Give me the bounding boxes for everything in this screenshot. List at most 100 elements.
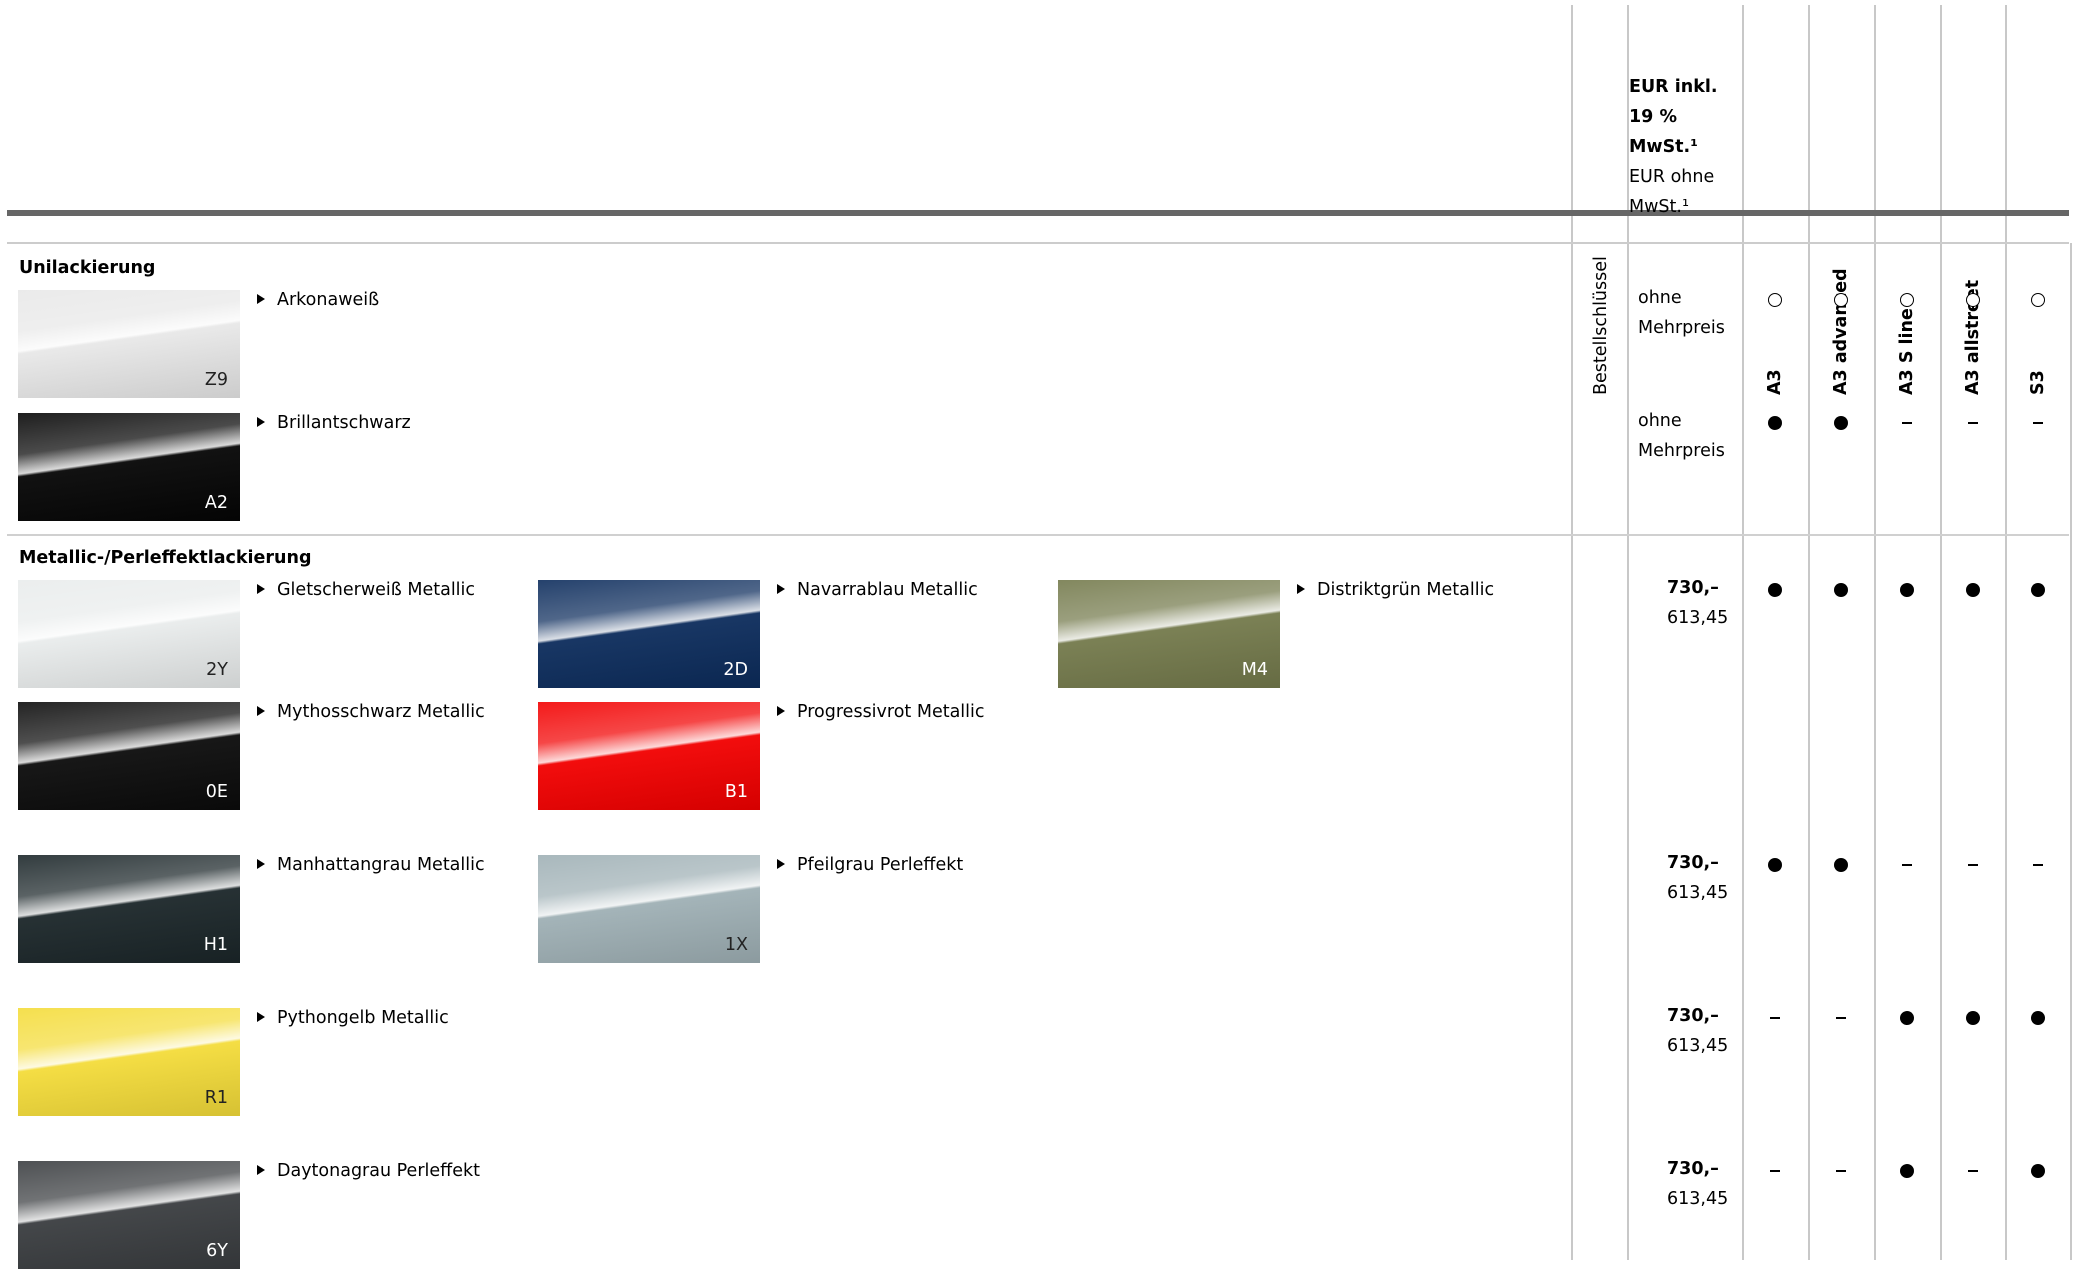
paint-code: 2Y	[206, 660, 228, 680]
price-excl-vat: 613,45	[1667, 883, 1729, 903]
color-name-link[interactable]: Manhattangrau Metallic	[257, 855, 485, 875]
color-name-label: Gletscherweiß Metallic	[277, 580, 476, 600]
filled-circle-icon	[1966, 583, 1980, 597]
open-circle-icon	[2031, 293, 2045, 307]
open-circle-icon	[1768, 293, 1782, 307]
open-circle-icon	[1900, 293, 1914, 307]
price-incl-vat: 730,–	[1667, 578, 1719, 598]
filled-circle-icon	[1900, 1011, 1914, 1025]
filled-circle-icon	[2031, 583, 2045, 597]
color-name-label: Pythongelb Metallic	[277, 1008, 449, 1028]
color-name-link[interactable]: Progressivrot Metallic	[777, 702, 985, 722]
header-order-key: Bestellschlüssel	[1591, 256, 1611, 395]
color-name-label: Arkonaweiß	[277, 290, 380, 310]
price-line: Mehrpreis	[1638, 441, 1725, 461]
price-excl-vat: 613,45	[1667, 1036, 1729, 1056]
price-line: ohne	[1638, 411, 1682, 431]
section-divider	[7, 534, 2069, 536]
paint-swatch-m4: M4	[1058, 580, 1280, 688]
paint-swatch-h1: H1	[18, 855, 240, 963]
grid-line	[2005, 5, 2007, 1260]
paint-code: R1	[204, 1088, 228, 1108]
color-name-link[interactable]: Navarrablau Metallic	[777, 580, 978, 600]
paint-code: 6Y	[206, 1241, 228, 1261]
model-label: A3	[1765, 369, 1785, 395]
paint-swatch-b1: B1	[538, 702, 760, 810]
filled-circle-icon	[2031, 1011, 2045, 1025]
triangle-right-icon	[257, 706, 265, 716]
triangle-right-icon	[257, 1165, 265, 1175]
dash-icon	[1968, 422, 1978, 424]
dash-icon	[1902, 864, 1912, 866]
grid-line	[1808, 5, 1810, 1260]
price-incl-vat: 730,–	[1667, 1159, 1719, 1179]
paint-swatch-2d: 2D	[538, 580, 760, 688]
color-name-link[interactable]: Mythosschwarz Metallic	[257, 702, 485, 722]
color-name-link[interactable]: Arkonaweiß	[257, 290, 379, 310]
triangle-right-icon	[257, 294, 265, 304]
price-cell: 730,– 613,45	[1667, 1154, 1728, 1214]
grid-line	[1874, 5, 1876, 1260]
header-rule	[7, 210, 2069, 216]
price-line: Mehrpreis	[1638, 318, 1725, 338]
paint-swatch-r1: R1	[18, 1008, 240, 1116]
section-title-uni: Unilackierung	[19, 258, 156, 278]
header-model-2: A3 S line	[1877, 0, 1937, 395]
dash-icon	[1770, 1017, 1780, 1019]
color-name-link[interactable]: Pfeilgrau Perleffekt	[777, 855, 963, 875]
filled-circle-icon	[1834, 416, 1848, 430]
header-price-excl-line1: EUR ohne	[1629, 167, 1715, 187]
triangle-right-icon	[777, 584, 785, 594]
paint-swatch-z9: Z9	[18, 290, 240, 398]
price-cell: 730,– 613,45	[1667, 848, 1728, 908]
model-label: A3 advanced	[1831, 268, 1851, 395]
color-name-label: Mythosschwarz Metallic	[277, 702, 485, 722]
open-circle-icon	[1966, 293, 1980, 307]
dash-icon	[1836, 1170, 1846, 1172]
header-model-0: A3	[1745, 0, 1805, 395]
paint-swatch-0e: 0E	[18, 702, 240, 810]
dash-icon	[1770, 1170, 1780, 1172]
filled-circle-icon	[1900, 583, 1914, 597]
header-model-1: A3 advanced	[1811, 0, 1871, 395]
color-name-link[interactable]: Distriktgrün Metallic	[1297, 580, 1494, 600]
grid-line	[1742, 5, 1744, 1260]
price-incl-vat: 730,–	[1667, 1006, 1719, 1026]
paint-code: 0E	[205, 782, 228, 802]
color-name-label: Pfeilgrau Perleffekt	[797, 855, 964, 875]
price-cell: ohne Mehrpreis	[1638, 406, 1725, 466]
filled-circle-icon	[1900, 1164, 1914, 1178]
color-name-label: Brillantschwarz	[277, 413, 411, 433]
price-cell: 730,– 613,45	[1667, 1001, 1728, 1061]
triangle-right-icon	[257, 584, 265, 594]
paint-code: Z9	[204, 370, 228, 390]
price-incl-vat: 730,–	[1667, 853, 1719, 873]
section-title-metallic: Metallic-/Perleffektlackierung	[19, 548, 312, 568]
price-line: ohne	[1638, 288, 1682, 308]
price-excl-vat: 613,45	[1667, 608, 1729, 628]
color-name-label: Manhattangrau Metallic	[277, 855, 485, 875]
filled-circle-icon	[1768, 858, 1782, 872]
triangle-right-icon	[257, 859, 265, 869]
dash-icon	[1836, 1017, 1846, 1019]
filled-circle-icon	[1768, 583, 1782, 597]
color-name-link[interactable]: Gletscherweiß Metallic	[257, 580, 475, 600]
color-name-link[interactable]: Daytonagrau Perleffekt	[257, 1161, 480, 1181]
paint-swatch-2y: 2Y	[18, 580, 240, 688]
paint-code: 2D	[723, 660, 748, 680]
dash-icon	[1902, 422, 1912, 424]
dash-icon	[2033, 864, 2043, 866]
color-name-link[interactable]: Pythongelb Metallic	[257, 1008, 449, 1028]
price-cell: 730,– 613,45	[1667, 573, 1728, 633]
grid-line	[1940, 5, 1942, 1260]
filled-circle-icon	[1834, 858, 1848, 872]
dash-icon	[2033, 422, 2043, 424]
paint-code: M4	[1241, 660, 1268, 680]
color-name-link[interactable]: Brillantschwarz	[257, 413, 411, 433]
model-label: S3	[2028, 370, 2048, 395]
price-cell: ohne Mehrpreis	[1638, 283, 1725, 343]
filled-circle-icon	[2031, 1164, 2045, 1178]
header-price: EUR inkl. 19 % MwSt.¹ EUR ohne MwSt.¹	[1629, 72, 1741, 222]
dash-icon	[1968, 864, 1978, 866]
triangle-right-icon	[257, 1012, 265, 1022]
